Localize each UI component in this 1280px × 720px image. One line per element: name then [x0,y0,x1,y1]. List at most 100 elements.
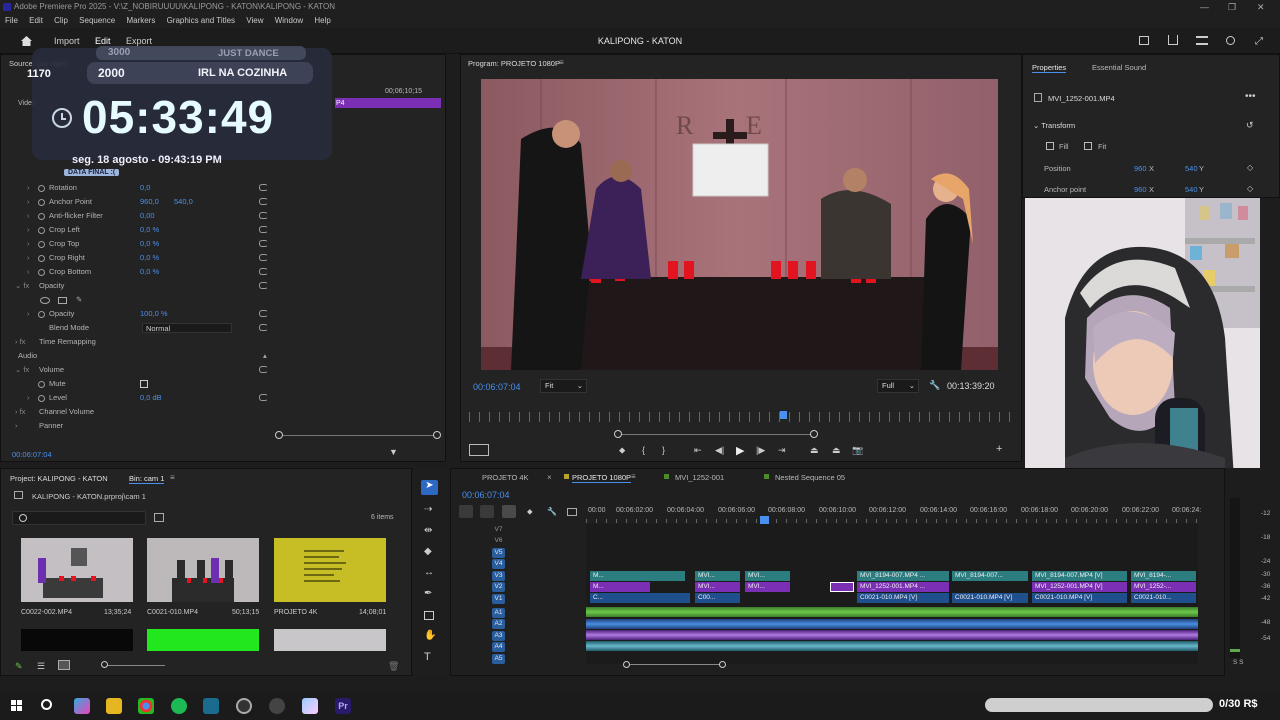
keyframe-icon[interactable]: ◇ [1247,184,1253,193]
step-forward-icon[interactable]: |▶ [756,445,765,456]
track-v7[interactable]: V7 [492,525,505,535]
timeline-menu-icon[interactable]: ≡ [631,472,636,481]
new-bin-icon[interactable] [154,513,164,522]
audio-clip-a4[interactable] [586,641,1198,651]
position-y[interactable]: 540 [1185,164,1198,173]
clip-thumbnail[interactable] [21,538,133,602]
menu-sequence[interactable]: Sequence [79,16,115,25]
timeline-zoom-bar[interactable] [627,664,723,665]
snap-icon[interactable] [480,505,494,518]
filter-icon[interactable]: ▼ [389,447,398,457]
track-v4[interactable]: V4 [492,559,505,569]
menu-graphics[interactable]: Graphics and Titles [167,16,235,25]
settings-grid-icon[interactable] [469,444,489,456]
timeline-tab[interactable]: PROJETO 4K [482,473,529,482]
home-icon[interactable] [20,35,33,47]
clip-v2-selected[interactable] [830,582,854,592]
clip-v1[interactable]: C... [590,593,690,603]
level-row[interactable]: › Level 0,0 dB [1,391,441,405]
essential-sound-tab[interactable]: Essential Sound [1092,63,1146,72]
clip-v1[interactable]: C0021-010.MP4 [V] [1032,593,1127,603]
icon-view-icon[interactable] [58,660,70,670]
menu-clip[interactable]: Clip [54,16,68,25]
obs-icon[interactable] [236,698,252,714]
selection-tool-icon[interactable]: ➤ [421,480,438,495]
clip-v2[interactable]: MVI_1252-... [1131,582,1196,592]
mark-in-icon[interactable]: { [642,445,645,455]
timeline-timecode[interactable]: 00:06:07:04 [462,490,510,500]
clip-thumbnail[interactable] [147,629,259,651]
effect-row[interactable]: › Crop Top 0,0 % [1,237,441,251]
blend-mode-row[interactable]: Blend Mode Normal [1,321,441,335]
extract-icon[interactable]: ⏏ [832,445,841,456]
menu-view[interactable]: View [246,16,263,25]
solo-buttons[interactable]: S S [1233,659,1243,666]
program-timecode[interactable]: 00:06:07:04 [473,382,521,392]
mute-checkbox[interactable] [140,380,148,388]
opacity-section[interactable]: ⌄ fx Opacity [1,279,441,293]
track-a5[interactable]: A5 [492,654,505,664]
clip-v3[interactable]: MVI... [695,571,740,581]
go-to-out-icon[interactable]: ⇥ [778,445,786,456]
terminal-icon[interactable] [203,698,219,714]
clip-v1[interactable]: C0021-010.MP4 [V] [952,593,1028,603]
step-back-icon[interactable]: ◀| [715,445,724,456]
premiere-taskbar-icon[interactable]: Pr [335,698,351,714]
track-v3[interactable]: V3 [492,571,505,581]
menu-help[interactable]: Help [314,16,330,25]
thumbnail-size-slider[interactable] [105,665,165,666]
search-icon[interactable] [41,699,52,710]
track-a1[interactable]: A1 [492,608,505,618]
menu-markers[interactable]: Markers [126,16,155,25]
lift-icon[interactable]: ⏏ [810,445,819,456]
go-to-in-icon[interactable]: ⇤ [694,445,702,456]
opacity-row[interactable]: › Opacity 100,0 % [1,307,441,321]
more-options-icon[interactable]: ••• [1245,91,1256,102]
trash-icon[interactable]: 🗑 [388,661,399,672]
ellipse-mask-icon[interactable] [40,297,50,304]
rect-mask-icon[interactable] [58,297,67,304]
properties-tab[interactable]: Properties [1032,63,1067,73]
copilot-icon[interactable] [74,698,90,714]
sequence-thumbnail[interactable] [274,538,386,602]
close-icon[interactable]: ✕ [1257,0,1265,14]
rectangle-icon[interactable] [424,611,434,620]
maximize-icon[interactable]: ❐ [1228,0,1236,14]
audio-clip-a1[interactable] [586,607,1198,617]
chrome-icon[interactable] [138,698,154,714]
audio-clip-a2[interactable] [586,619,1198,629]
timeline-settings-icon[interactable]: 🔧 [547,507,557,516]
resolution-select[interactable]: Full ⌄ [877,379,919,393]
file-explorer-icon[interactable] [106,698,122,714]
effect-row[interactable]: › Rotation 0,0 [1,181,441,195]
bin-menu-icon[interactable]: ≡ [170,473,175,482]
clip-v3[interactable]: MVI_8194-007.MP4 [V] [1032,571,1127,581]
fill-icon[interactable] [1046,142,1054,150]
play-icon[interactable]: ▶ [736,444,744,457]
add-button-icon[interactable]: + [996,443,1002,455]
track-a4[interactable]: A4 [492,642,505,652]
position-x[interactable]: 960 [1134,164,1147,173]
fill-button[interactable]: Fill [1059,142,1069,151]
clip-thumbnail[interactable] [21,629,133,651]
marker-icon[interactable]: ⬥ [619,445,625,456]
program-playhead[interactable] [780,411,787,419]
camera-icon[interactable]: 📷 [852,445,863,456]
track-v1[interactable]: V1 [492,594,505,604]
transform-reset-icon[interactable]: ↺ [1246,120,1254,131]
scroll-handle-left[interactable] [275,431,283,439]
effect-row[interactable]: › Crop Bottom 0,0 % [1,265,441,279]
track-a2[interactable]: A2 [492,619,505,629]
zoom-handle-left[interactable] [623,661,630,668]
clip-v2[interactable]: MVI_1252-001.MP4 ... [857,582,949,592]
panner-section[interactable]: › Panner [1,419,441,433]
program-menu-icon[interactable]: ≡ [559,58,564,67]
wrench-icon[interactable]: 🔧 [929,380,940,391]
export-tab[interactable]: Export [126,36,152,46]
zoom-scrollbar[interactable] [279,435,437,436]
clip-v2[interactable]: M... [590,582,650,592]
program-zoom-bar[interactable] [617,434,813,435]
share-icon[interactable] [1168,35,1178,45]
volume-section[interactable]: ⌄ fx Volume [1,363,441,377]
zoom-fit-select[interactable]: Fit ⌄ [540,379,587,393]
